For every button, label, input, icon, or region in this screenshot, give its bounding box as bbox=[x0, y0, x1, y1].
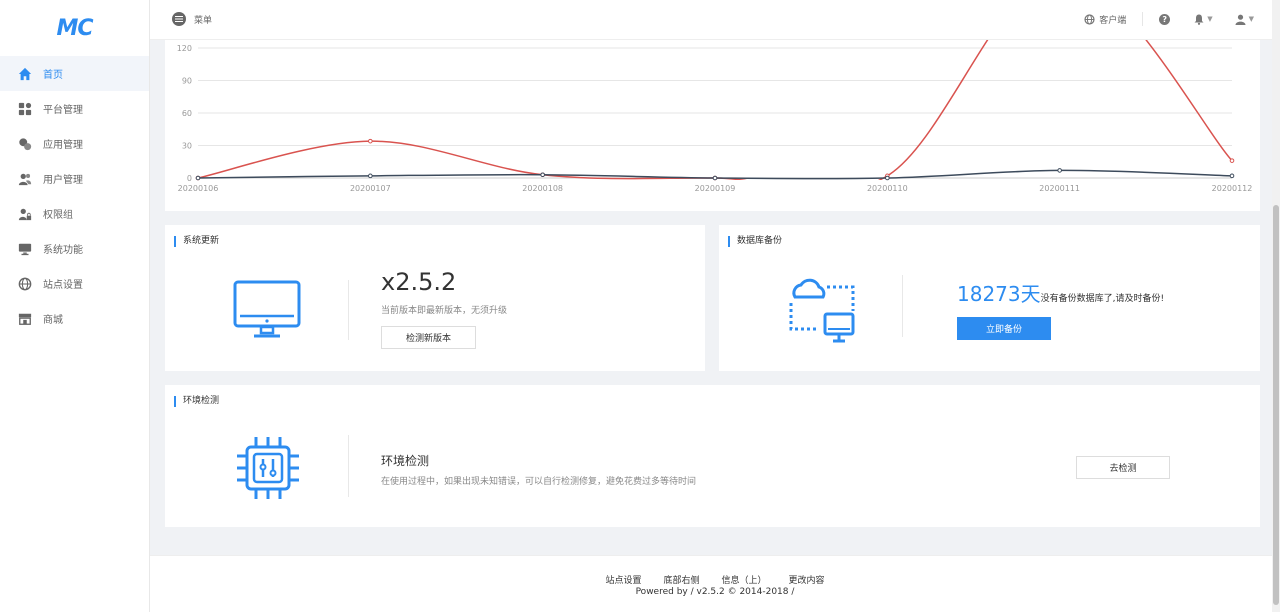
vertical-divider bbox=[348, 280, 349, 340]
page-scrollbar[interactable] bbox=[1272, 0, 1280, 612]
stats-chart-card: 0 30 60 90 120 20200106 20200107 20200108 202001… bbox=[165, 40, 1260, 211]
y-tick-label: 0 bbox=[187, 174, 192, 183]
y-tick-label: 120 bbox=[177, 44, 192, 53]
data-point bbox=[1057, 168, 1062, 173]
logo[interactable]: MC bbox=[0, 0, 149, 56]
sidebar-item-permission-group[interactable]: 权限组 bbox=[0, 196, 149, 231]
env-check-heading: 环境检测 bbox=[381, 454, 430, 468]
menu-toggle-button[interactable]: 菜单 bbox=[172, 12, 212, 26]
help-button[interactable]: ? bbox=[1159, 13, 1171, 25]
chevron-down-icon: ▼ bbox=[1207, 15, 1213, 23]
sidebar-item-home[interactable]: 首页 bbox=[0, 56, 149, 91]
monitor-icon bbox=[18, 242, 32, 256]
header-divider bbox=[1142, 12, 1144, 26]
top-header: 菜单 客户端 ? ▼ ▼ bbox=[150, 0, 1280, 40]
y-tick-label: 90 bbox=[182, 77, 192, 86]
x-tick-label: 20200110 bbox=[867, 184, 908, 193]
sidebar-item-label: 平台管理 bbox=[43, 105, 83, 116]
data-point bbox=[1229, 173, 1235, 179]
footer-link[interactable]: 站点设置 bbox=[605, 573, 641, 586]
environment-check-card: 环境检测 环境检测 在使用过程中，如果出现未知错误，可以自行检测修复，避免花费过… bbox=[165, 385, 1260, 527]
x-tick-label: 20200109 bbox=[695, 184, 736, 193]
x-tick-label: 20200106 bbox=[178, 184, 219, 193]
users-icon bbox=[18, 172, 32, 186]
x-tick-label: 20200112 bbox=[1212, 184, 1253, 193]
database-backup-card: 数据库备份 18273天 没有备份数据库了,请及时备份! 立即备份 bbox=[719, 225, 1260, 371]
sidebar-item-store[interactable]: 商城 bbox=[0, 301, 149, 336]
vertical-divider bbox=[348, 435, 349, 497]
series-line-0 bbox=[197, 40, 1233, 180]
version-status-text: 当前版本即最新版本，无须升级 bbox=[381, 306, 508, 316]
home-icon bbox=[18, 67, 32, 81]
x-tick-label: 20200111 bbox=[1039, 184, 1080, 193]
scrollbar-thumb[interactable] bbox=[1273, 205, 1279, 605]
data-point bbox=[712, 175, 718, 181]
sidebar-item-label: 权限组 bbox=[43, 210, 73, 221]
data-point bbox=[540, 172, 545, 178]
data-point bbox=[195, 175, 201, 181]
sidebar-item-apps[interactable]: 应用管理 bbox=[0, 126, 149, 161]
notifications-button[interactable]: ▼ bbox=[1194, 14, 1213, 25]
header-actions: 客户端 ? ▼ ▼ bbox=[1084, 12, 1254, 26]
card-title: 系统更新 bbox=[174, 236, 219, 247]
env-check-description: 在使用过程中，如果出现未知错误，可以自行检测修复，避免花费过多等待时间 bbox=[381, 477, 697, 487]
backup-status: 18273天 没有备份数据库了,请及时备份! bbox=[957, 278, 1164, 307]
user-menu-button[interactable]: ▼ bbox=[1235, 14, 1254, 25]
globe-icon bbox=[1084, 13, 1095, 25]
system-update-card: 系统更新 x2.5.2 当前版本即最新版本，无须升级 检测新版本 bbox=[165, 225, 705, 371]
run-check-button[interactable]: 去检测 bbox=[1076, 456, 1170, 479]
data-point bbox=[885, 175, 890, 181]
card-title: 环境检测 bbox=[174, 396, 219, 407]
footer-link[interactable]: 信息（上） bbox=[722, 573, 767, 586]
data-point bbox=[368, 173, 373, 179]
sidebar-item-label: 应用管理 bbox=[43, 140, 83, 151]
user-lock-icon bbox=[18, 207, 32, 221]
sidebar-item-platform[interactable]: 平台管理 bbox=[0, 91, 149, 126]
check-update-button[interactable]: 检测新版本 bbox=[381, 326, 476, 349]
sidebar-item-label: 站点设置 bbox=[43, 280, 83, 291]
monitor-icon bbox=[232, 279, 302, 345]
version-number: x2.5.2 bbox=[381, 268, 457, 296]
cloud-backup-icon bbox=[787, 277, 859, 351]
x-tick-label: 20200108 bbox=[522, 184, 563, 193]
user-icon bbox=[1235, 14, 1246, 25]
line-chart: 0 30 60 90 120 20200106 20200107 20200108 202001… bbox=[177, 40, 1253, 193]
backup-now-button[interactable]: 立即备份 bbox=[957, 317, 1051, 340]
x-tick-label: 20200107 bbox=[350, 184, 391, 193]
chevron-down-icon: ▼ bbox=[1248, 15, 1254, 23]
sidebar-item-label: 用户管理 bbox=[43, 175, 83, 186]
client-label: 客户端 bbox=[1099, 15, 1127, 26]
bell-icon bbox=[1194, 14, 1204, 25]
footer: 站点设置 底部右侧 信息（上） 更改内容 Powered by / v2.5.2… bbox=[150, 555, 1280, 612]
sidebar-item-label: 系统功能 bbox=[43, 245, 83, 256]
days-since-backup: 18273天 bbox=[957, 282, 1041, 306]
backup-warning-text: 没有备份数据库了,请及时备份! bbox=[1040, 294, 1165, 304]
y-tick-label: 60 bbox=[182, 109, 192, 118]
footer-link[interactable]: 底部右侧 bbox=[663, 573, 699, 586]
sidebar-item-site-settings[interactable]: 站点设置 bbox=[0, 266, 149, 301]
sidebar-item-label: 商城 bbox=[43, 315, 63, 326]
sidebar-item-label: 首页 bbox=[43, 70, 63, 81]
logo-text: MC bbox=[56, 15, 93, 41]
globe-icon bbox=[18, 277, 32, 291]
grid-icon bbox=[18, 102, 32, 116]
data-point bbox=[368, 138, 373, 144]
sidebar: MC 首页 平台管理 应用管理 用户管理 权限组 系统功能 站点设置 商城 bbox=[0, 0, 150, 612]
menu-label: 菜单 bbox=[194, 15, 213, 26]
apps-icon bbox=[18, 137, 32, 151]
footer-links: 站点设置 底部右侧 信息（上） 更改内容 bbox=[150, 573, 1280, 586]
card-title: 数据库备份 bbox=[728, 236, 782, 247]
footer-link[interactable]: 更改内容 bbox=[789, 573, 825, 586]
client-button[interactable]: 客户端 bbox=[1084, 13, 1126, 26]
sidebar-item-system[interactable]: 系统功能 bbox=[0, 231, 149, 266]
data-point bbox=[1229, 158, 1235, 163]
chip-icon bbox=[233, 433, 303, 507]
store-icon bbox=[18, 312, 32, 326]
sidebar-item-users[interactable]: 用户管理 bbox=[0, 161, 149, 196]
menu-list-icon bbox=[172, 12, 186, 26]
y-tick-label: 30 bbox=[182, 142, 192, 151]
copyright-text: Powered by / v2.5.2 © 2014-2018 / bbox=[635, 587, 795, 597]
vertical-divider bbox=[902, 275, 903, 337]
help-icon: ? bbox=[1159, 13, 1171, 25]
